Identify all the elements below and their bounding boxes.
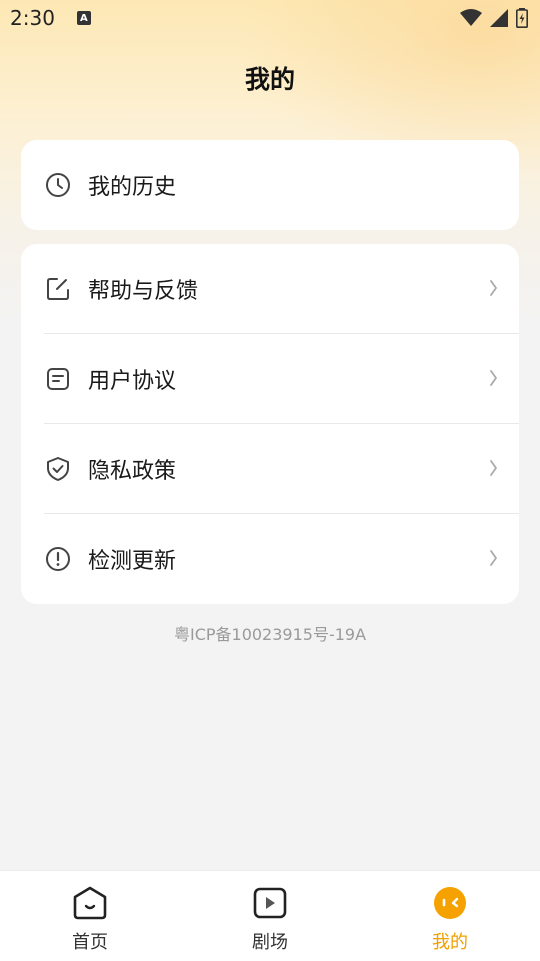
settings-menu-card: 帮助与反馈 用户协议 隐私政策 检测更新 <box>21 244 519 604</box>
edit-icon <box>45 276 71 302</box>
page-title: 我的 <box>244 65 295 94</box>
clock-icon <box>45 172 71 198</box>
menu-item-help-feedback[interactable]: 帮助与反馈 <box>21 244 519 334</box>
chevron-right-icon <box>490 550 497 566</box>
chevron-right-icon <box>490 280 497 296</box>
menu-item-privacy-policy[interactable]: 隐私政策 <box>21 424 519 514</box>
nav-label: 首页 <box>72 932 108 953</box>
menu-item-check-update[interactable]: 检测更新 <box>21 514 519 604</box>
nav-label: 剧场 <box>252 932 288 953</box>
history-row[interactable]: 我的历史 <box>21 140 519 230</box>
shield-icon <box>45 456 71 482</box>
notification-icon: A <box>76 11 91 25</box>
status-time: 2:30 <box>10 6 55 30</box>
menu-item-user-agreement[interactable]: 用户协议 <box>21 334 519 424</box>
play-icon <box>252 885 288 921</box>
menu-item-label: 帮助与反馈 <box>88 279 199 304</box>
status-bar: 2:30 A <box>0 0 540 36</box>
home-icon <box>72 885 108 921</box>
alert-circle-icon <box>45 546 71 572</box>
document-icon <box>45 366 71 392</box>
chevron-right-icon <box>490 460 497 476</box>
history-label: 我的历史 <box>88 175 177 200</box>
signal-icon <box>490 9 508 27</box>
profile-face-icon <box>432 885 468 921</box>
battery-icon <box>516 8 528 28</box>
nav-tab-home[interactable]: 首页 <box>0 871 180 961</box>
bottom-nav: 首页 剧场 我的 <box>0 870 540 961</box>
nav-tab-theater[interactable]: 剧场 <box>180 871 360 961</box>
icp-record-text: 粤ICP备10023915号-19A <box>173 625 367 644</box>
wifi-icon <box>460 9 482 26</box>
nav-tab-mine[interactable]: 我的 <box>360 871 540 961</box>
history-card: 我的历史 <box>21 140 519 230</box>
menu-item-label: 检测更新 <box>88 549 177 574</box>
chevron-right-icon <box>490 370 497 386</box>
menu-item-label: 隐私政策 <box>88 459 177 484</box>
menu-item-label: 用户协议 <box>88 369 177 394</box>
nav-label: 我的 <box>432 932 468 953</box>
